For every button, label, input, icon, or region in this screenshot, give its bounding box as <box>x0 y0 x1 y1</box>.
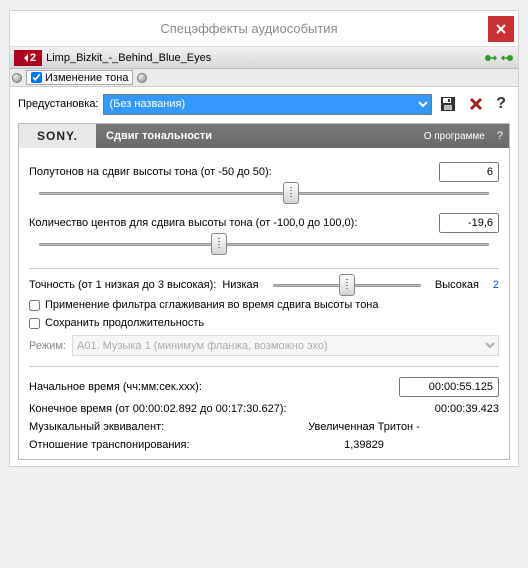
plugin-body: Полутонов на сдвиг высоты тона (от -50 д… <box>19 148 509 459</box>
cents-input[interactable] <box>439 213 499 233</box>
end-time-value: 00:00:39.423 <box>399 403 499 415</box>
accuracy-row: Точность (от 1 низкая до 3 высокая): Низ… <box>29 279 499 291</box>
route-right-icon[interactable] <box>500 51 514 65</box>
cents-slider[interactable] <box>29 235 499 258</box>
plugin-help-button[interactable]: ? <box>491 130 509 142</box>
close-button[interactable] <box>488 16 514 42</box>
semitones-slider[interactable] <box>29 184 499 207</box>
dialog-window: Спецэффекты аудиособытия 2 Limp_Bizkit_-… <box>9 10 519 467</box>
accuracy-high-label: Высокая <box>435 279 479 291</box>
about-link[interactable]: О программе <box>424 131 491 142</box>
slider-thumb[interactable] <box>283 182 299 204</box>
effect-name: Изменение тона <box>45 72 128 84</box>
save-preset-button[interactable] <box>436 93 460 115</box>
musical-eq-label: Музыкальный эквивалент: <box>29 421 229 433</box>
transpose-ratio-row: Отношение транспонирования: 1,39829 <box>29 439 499 451</box>
title-bar: Спецэффекты аудиособытия <box>10 11 518 47</box>
preserve-duration-label: Сохранить продолжительность <box>45 317 204 329</box>
semitones-label: Полутонов на сдвиг высоты тона (от -50 д… <box>29 166 433 178</box>
routing-icons <box>484 51 514 65</box>
preset-row: Предустановка: (Без названия) ? <box>18 93 510 115</box>
file-bar: 2 Limp_Bizkit_-_Behind_Blue_Eyes <box>10 47 518 69</box>
chain-input-dot[interactable] <box>12 73 22 83</box>
end-time-label: Конечное время (от 00:00:02.892 до 00:17… <box>29 403 389 415</box>
antialias-label: Применение фильтра сглаживания во время … <box>45 299 379 311</box>
help-button[interactable]: ? <box>492 95 510 113</box>
start-time-label: Начальное время (чч:мм:сек.xxx): <box>29 381 389 393</box>
start-time-input[interactable] <box>399 377 499 397</box>
delete-x-icon <box>468 96 484 112</box>
musical-eq-value: Увеличенная Тритон - <box>229 421 499 433</box>
preset-label: Предустановка: <box>18 98 99 110</box>
accuracy-value: 2 <box>485 279 499 291</box>
route-left-icon[interactable] <box>484 51 498 65</box>
effect-enable-checkbox[interactable] <box>31 72 42 83</box>
slider-thumb[interactable] <box>211 233 227 255</box>
antialias-checkbox[interactable] <box>29 300 40 311</box>
delete-preset-button[interactable] <box>464 93 488 115</box>
close-icon <box>496 24 506 34</box>
preserve-row: Сохранить продолжительность <box>29 317 499 329</box>
plugin-header: SONY. Сдвиг тональности О программе ? <box>19 124 509 148</box>
track-badge[interactable]: 2 <box>14 50 42 66</box>
window-title: Спецэффекты аудиособытия <box>10 21 488 36</box>
slider-thumb[interactable] <box>339 274 355 296</box>
time-grid: Начальное время (чч:мм:сек.xxx): Конечно… <box>29 377 499 451</box>
chain-output-dot[interactable] <box>137 73 147 83</box>
musical-eq-row: Музыкальный эквивалент: Увеличенная Трит… <box>29 421 499 433</box>
transpose-ratio-value: 1,39829 <box>229 439 499 451</box>
cents-row: Количество центов для сдвига высоты тона… <box>29 213 499 233</box>
content-area: Предустановка: (Без названия) ? SONY. Сд… <box>10 87 518 466</box>
accuracy-label: Точность (от 1 низкая до 3 высокая): <box>29 279 216 291</box>
semitones-input[interactable] <box>439 162 499 182</box>
antialias-row: Применение фильтра сглаживания во время … <box>29 299 499 311</box>
semitones-row: Полутонов на сдвиг высоты тона (от -50 д… <box>29 162 499 182</box>
accuracy-slider[interactable] <box>273 284 421 287</box>
transpose-ratio-label: Отношение транспонирования: <box>29 439 229 451</box>
mode-label: Режим: <box>29 340 66 352</box>
preset-select[interactable]: (Без названия) <box>103 94 433 115</box>
plugin-panel: SONY. Сдвиг тональности О программе ? По… <box>18 123 510 460</box>
preserve-duration-checkbox[interactable] <box>29 318 40 329</box>
accuracy-low-label: Низкая <box>222 279 258 291</box>
divider <box>29 366 499 367</box>
mode-row: Режим: A01. Музыка 1 (минимум фланжа, во… <box>29 335 499 356</box>
brand-label: SONY. <box>19 124 96 148</box>
effect-chain-bar: Изменение тона <box>10 69 518 87</box>
file-name: Limp_Bizkit_-_Behind_Blue_Eyes <box>46 52 211 64</box>
cents-label: Количество центов для сдвига высоты тона… <box>29 217 433 229</box>
floppy-icon <box>440 96 456 112</box>
divider <box>29 268 499 269</box>
mode-select: A01. Музыка 1 (минимум фланжа, возможно … <box>72 335 499 356</box>
effect-node[interactable]: Изменение тона <box>26 70 133 85</box>
plugin-title: Сдвиг тональности <box>96 130 222 142</box>
